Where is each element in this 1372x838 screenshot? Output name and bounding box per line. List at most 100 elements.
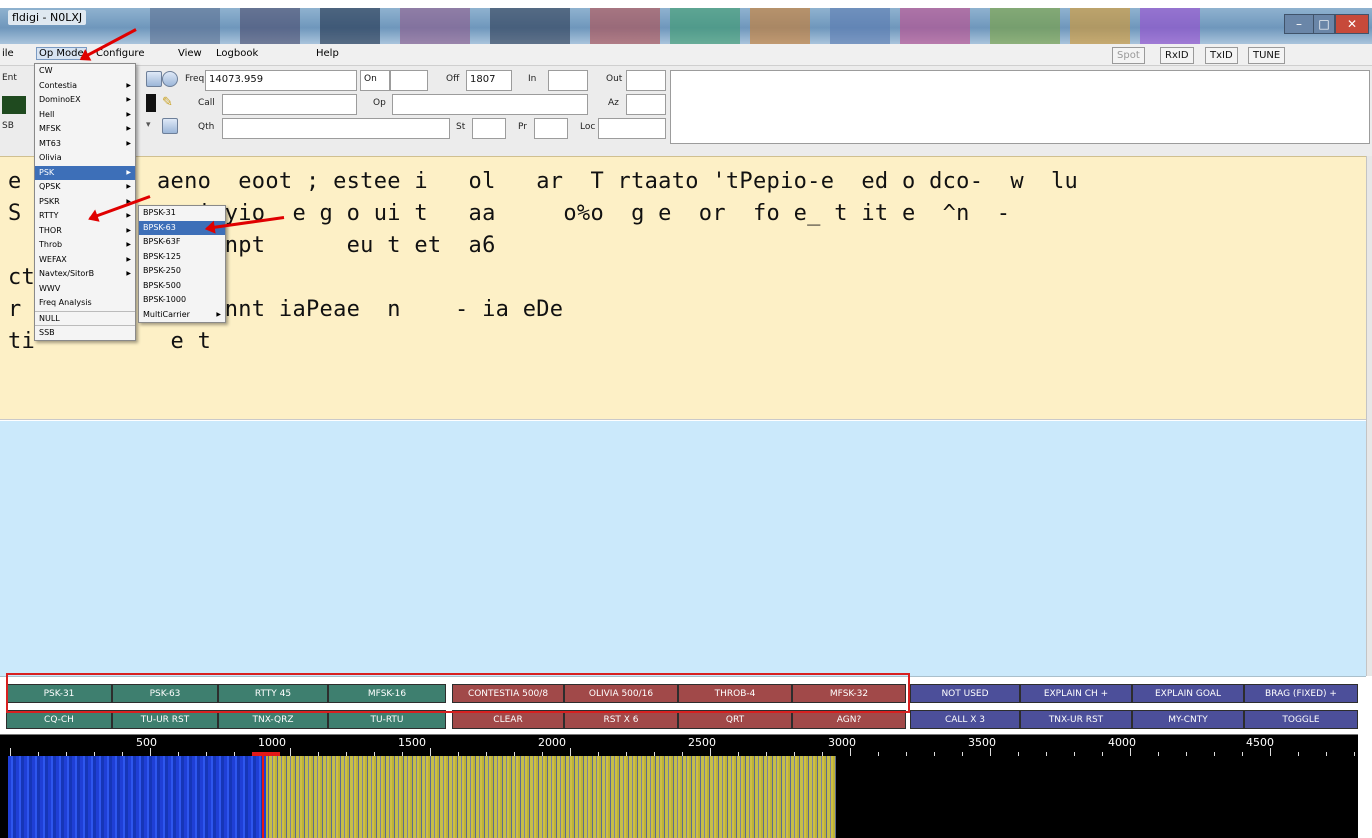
- title-bar: [0, 8, 1372, 44]
- submenu-arrow-icon: ▶: [216, 310, 221, 318]
- menu-item-bpsk250[interactable]: BPSK-250: [139, 264, 225, 279]
- out-field[interactable]: [626, 70, 666, 91]
- tune-button[interactable]: TUNE: [1248, 47, 1286, 64]
- pr-field[interactable]: [534, 118, 568, 139]
- frequency-scale[interactable]: 500 1000 1500 2000 2500 3000 3500 4000 4…: [0, 734, 1358, 756]
- menu-item-multicarrier[interactable]: MultiCarrier ▶: [139, 308, 225, 323]
- menu-item-rtty[interactable]: RTTY ▶: [35, 209, 135, 224]
- menu-item-psk[interactable]: PSK ▶: [35, 165, 135, 180]
- scale-tick: [150, 748, 151, 756]
- dropdown-arrow-icon[interactable]: ▾: [146, 120, 151, 130]
- freq-field[interactable]: 14073.959: [205, 70, 357, 91]
- menu-item-label: Hell: [39, 109, 55, 119]
- menu-item-bpsk31[interactable]: BPSK-31: [139, 206, 225, 221]
- menu-item-label: RTTY: [39, 211, 59, 220]
- menu-help[interactable]: Help: [316, 48, 339, 59]
- menu-item-label: PSKR: [39, 196, 60, 206]
- spot-button[interactable]: Spot: [1112, 47, 1145, 64]
- menu-item-navtex[interactable]: Navtex/SitorB ▶: [35, 267, 135, 282]
- st-label: St: [456, 122, 466, 132]
- maximize-button[interactable]: □: [1313, 14, 1335, 34]
- menu-item-thor[interactable]: THOR ▶: [35, 224, 135, 239]
- menu-item-wefax[interactable]: WEFAX ▶: [35, 253, 135, 268]
- waterfall-signal: [8, 756, 266, 838]
- globe-icon[interactable]: [162, 71, 178, 87]
- call-field[interactable]: [222, 94, 357, 115]
- on-label: On: [360, 70, 390, 91]
- menu-view[interactable]: View: [178, 48, 202, 59]
- submenu-arrow-icon: ▶: [126, 270, 131, 277]
- call-label: Call: [198, 98, 215, 108]
- copy-icon[interactable]: [162, 118, 178, 134]
- menu-item-bpsk1000[interactable]: BPSK-1000: [139, 293, 225, 308]
- menu-item-label: Olivia: [39, 153, 62, 162]
- menu-item-label: Throb: [39, 240, 63, 249]
- macro-button[interactable]: BRAG (FIXED) +: [1244, 684, 1358, 703]
- macro-button[interactable]: EXPLAIN GOAL: [1132, 684, 1244, 703]
- scale-label: 4000: [1108, 736, 1136, 749]
- menu-item-cw[interactable]: CW: [35, 64, 135, 79]
- clear-icon[interactable]: [146, 71, 162, 87]
- menu-file[interactable]: ile: [2, 48, 14, 59]
- macro-button[interactable]: NOT USED: [910, 684, 1020, 703]
- menu-item-label: NULL: [39, 313, 60, 323]
- opmode-menu: CW Contestia ▶ DominoEX ▶ Hell ▶ MFSK ▶ MT63…: [34, 63, 136, 341]
- scale-label: 2000: [538, 736, 566, 749]
- op-field[interactable]: [392, 94, 588, 115]
- loc-field[interactable]: [598, 118, 666, 139]
- menu-item-wwv[interactable]: WWV: [35, 282, 135, 297]
- txid-button[interactable]: TxID: [1205, 47, 1238, 64]
- menu-item-label: WWV: [39, 283, 61, 293]
- off-field[interactable]: 1807: [466, 70, 512, 91]
- tuning-cursor[interactable]: [262, 756, 264, 838]
- menu-item-olivia[interactable]: Olivia: [35, 151, 135, 166]
- on-field[interactable]: [390, 70, 428, 91]
- qth-field[interactable]: [222, 118, 450, 139]
- submenu-arrow-icon: ▶: [126, 241, 131, 248]
- submenu-arrow-icon: ▶: [126, 183, 131, 190]
- macro-button[interactable]: TNX-UR RST: [1020, 710, 1132, 729]
- menu-item-freq-analysis[interactable]: Freq Analysis: [35, 296, 135, 311]
- menu-bar: ile Op Mode Configure View Logbook Help …: [0, 44, 1372, 66]
- menu-item-bpsk125[interactable]: BPSK-125: [139, 250, 225, 265]
- waterfall-display[interactable]: [0, 756, 1358, 838]
- az-field[interactable]: [626, 94, 666, 115]
- menu-item-label: MultiCarrier: [143, 309, 190, 319]
- scale-tick: [850, 748, 851, 756]
- menu-item-label: SSB: [39, 328, 55, 337]
- in-field[interactable]: [548, 70, 588, 91]
- macro-button[interactable]: EXPLAIN CH +: [1020, 684, 1132, 703]
- notes-field[interactable]: [670, 70, 1370, 144]
- close-button[interactable]: ✕: [1335, 14, 1369, 34]
- menu-item-throb[interactable]: Throb ▶: [35, 238, 135, 253]
- menu-item-contestia[interactable]: Contestia ▶: [35, 79, 135, 94]
- freq-label: Freq: [185, 74, 205, 84]
- rx-line: e aeno eoot ; estee i ol ar T rtaato 'tP…: [8, 169, 1079, 194]
- menu-item-bpsk63f[interactable]: BPSK-63F: [139, 235, 225, 250]
- off-label: Off: [446, 74, 460, 84]
- menu-item-label: BPSK-125: [143, 251, 181, 261]
- transmit-text-panel[interactable]: [0, 421, 1366, 677]
- macro-button[interactable]: MY-CNTY: [1132, 710, 1244, 729]
- broom-icon[interactable]: ✎: [162, 95, 178, 111]
- menu-item-label: DominoEX: [39, 95, 81, 104]
- menu-item-qpsk[interactable]: QPSK ▶: [35, 180, 135, 195]
- menu-configure[interactable]: Configure: [96, 48, 144, 59]
- scale-tick: [1130, 748, 1131, 756]
- menu-item-null[interactable]: NULL: [35, 310, 135, 326]
- macro-button[interactable]: TOGGLE: [1244, 710, 1358, 729]
- scrollbar[interactable]: [1366, 156, 1372, 676]
- menu-item-bpsk500[interactable]: BPSK-500: [139, 279, 225, 294]
- menu-item-ssb[interactable]: SSB: [35, 325, 135, 340]
- menu-item-label: BPSK-31: [143, 208, 176, 217]
- macro-button[interactable]: CALL X 3: [910, 710, 1020, 729]
- st-field[interactable]: [472, 118, 506, 139]
- menu-item-hell[interactable]: Hell ▶: [35, 108, 135, 123]
- az-label: Az: [608, 98, 619, 108]
- minimize-button[interactable]: –: [1284, 14, 1314, 34]
- menu-item-mfsk[interactable]: MFSK ▶: [35, 122, 135, 137]
- rxid-button[interactable]: RxID: [1160, 47, 1194, 64]
- menu-logbook[interactable]: Logbook: [216, 48, 258, 59]
- menu-item-dominoex[interactable]: DominoEX ▶: [35, 93, 135, 108]
- menu-item-mt63[interactable]: MT63 ▶: [35, 137, 135, 152]
